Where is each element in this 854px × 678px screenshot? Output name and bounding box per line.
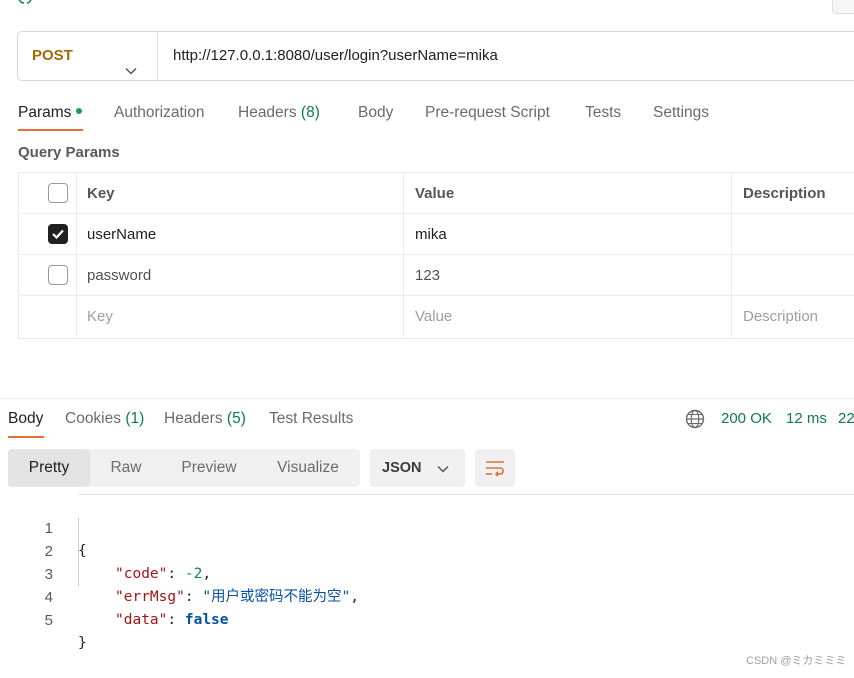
method-label: POST: [32, 47, 73, 64]
tab-headers-label: Headers: [238, 104, 297, 121]
query-params-title: Query Params: [18, 144, 120, 161]
wrap-lines-button[interactable]: [475, 449, 515, 487]
response-tab-body[interactable]: Body: [8, 407, 43, 431]
method-select[interactable]: POST: [32, 32, 158, 80]
description-column-header: Description: [743, 185, 826, 202]
save-button[interactable]: [832, 0, 854, 14]
tab-params-label: Params: [18, 104, 72, 121]
view-raw-button[interactable]: Raw: [90, 449, 162, 487]
select-all-checkbox[interactable]: [48, 183, 68, 203]
request-url-bar: POST http://127.0.0.1:8080/user/login?us…: [17, 31, 854, 81]
line-number: 5: [44, 612, 53, 629]
tab-prerequest-script[interactable]: Pre-request Script: [425, 101, 550, 125]
url-input[interactable]: http://127.0.0.1:8080/user/login?userNam…: [173, 32, 498, 80]
tab-tests[interactable]: Tests: [585, 101, 621, 125]
value-column-header: Value: [404, 173, 732, 213]
chevron-down-icon: [125, 49, 137, 75]
response-size[interactable]: 22: [838, 407, 854, 431]
param-description-input[interactable]: [732, 214, 854, 254]
table-header-row: Key Value Description: [19, 173, 854, 214]
active-tab-indicator: [18, 129, 83, 131]
tab-params[interactable]: Params: [18, 101, 83, 125]
json-boolean-value: false: [184, 612, 229, 628]
view-preview-button[interactable]: Preview: [162, 449, 256, 487]
code-line: 1 {: [0, 494, 854, 559]
param-value-input[interactable]: 123: [404, 255, 732, 295]
tab-authorization[interactable]: Authorization: [114, 101, 204, 125]
watermark: CSDN @ミカミミミ: [746, 655, 847, 667]
json-key: "data": [115, 612, 168, 628]
tab-body[interactable]: Body: [358, 101, 393, 125]
tab-settings[interactable]: Settings: [653, 101, 709, 125]
active-response-tab-indicator: [8, 436, 44, 438]
row-checkbox-cell: [19, 296, 77, 337]
param-key-input[interactable]: password: [76, 255, 404, 295]
code-line: 3 "errMsg": "用户或密码不能为空",: [0, 540, 854, 605]
response-tab-headers[interactable]: Headers (5): [164, 407, 246, 431]
row-checkbox-checked[interactable]: [48, 224, 68, 244]
param-key-input[interactable]: userName: [76, 214, 404, 254]
view-pretty-button[interactable]: Pretty: [8, 449, 90, 487]
view-visualize-button[interactable]: Visualize: [256, 449, 360, 487]
format-select[interactable]: JSON: [370, 449, 465, 487]
code-line: 5 }: [0, 586, 854, 651]
key-column-header: Key: [76, 173, 404, 213]
select-all-cell: [19, 173, 77, 213]
response-tab-headers-label: Headers: [164, 410, 223, 427]
response-divider[interactable]: [0, 398, 854, 399]
new-value-input[interactable]: Value: [404, 296, 732, 337]
params-active-dot-icon: [76, 107, 83, 114]
table-row: userName mika: [19, 214, 854, 255]
tab-headers-count: (8): [300, 104, 320, 121]
new-key-input[interactable]: Key: [76, 296, 404, 337]
format-label: JSON: [382, 460, 422, 476]
param-value-input[interactable]: mika: [404, 214, 732, 254]
response-tab-headers-count: (5): [226, 410, 246, 427]
row-checkbox[interactable]: [48, 265, 68, 285]
param-description-input[interactable]: [732, 255, 854, 295]
response-tab-cookies-label: Cookies: [65, 410, 121, 427]
row-checkbox-cell: [19, 255, 77, 295]
table-row-new: Key Value Description: [19, 296, 854, 337]
back-arrow-icon: [16, 0, 36, 4]
globe-icon[interactable]: [685, 409, 705, 429]
response-tab-test-results[interactable]: Test Results: [269, 407, 353, 431]
code-close-brace: }: [78, 635, 87, 651]
table-row: password 123: [19, 255, 854, 296]
chevron-down-icon: [437, 462, 449, 480]
view-mode-selector: Pretty Raw Preview Visualize: [8, 449, 360, 487]
response-tab-cookies[interactable]: Cookies (1): [65, 407, 144, 431]
status-code[interactable]: 200 OK: [721, 407, 772, 431]
code-line: 4 "data": false: [0, 563, 854, 628]
row-checkbox-cell: [19, 214, 77, 254]
code-line: 2 "code": -2,: [0, 517, 854, 582]
query-params-table: Key Value Description userName mika pass…: [18, 172, 854, 339]
new-description-input[interactable]: Description: [732, 296, 854, 337]
response-tab-cookies-count: (1): [125, 410, 145, 427]
response-time[interactable]: 12 ms: [786, 407, 827, 431]
wrap-lines-icon: [486, 461, 504, 477]
tab-headers[interactable]: Headers (8): [238, 101, 320, 125]
